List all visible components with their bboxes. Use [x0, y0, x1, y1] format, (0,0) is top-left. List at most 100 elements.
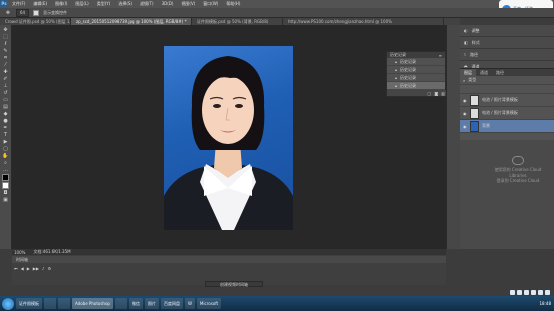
settings-icon[interactable]: ⚙ — [47, 266, 51, 272]
path-select-icon[interactable]: ▶ — [2, 139, 10, 145]
hand-icon[interactable]: ✋ — [2, 153, 10, 159]
visibility-eye-icon[interactable]: ◉ — [463, 111, 467, 116]
layer-name: 背景 — [482, 123, 490, 128]
eyedropper-icon[interactable]: ⁄ — [2, 62, 10, 68]
tray-icon[interactable] — [510, 290, 515, 295]
gradient-icon[interactable]: ▤ — [2, 104, 10, 110]
new-document-icon[interactable]: ▢ — [428, 91, 432, 96]
play-icon[interactable]: ▶ — [27, 266, 30, 272]
menu-3d[interactable]: 3D(D) — [158, 0, 178, 8]
taskbar-item-icon[interactable] — [114, 298, 127, 309]
tray-icon[interactable] — [531, 290, 536, 295]
tray-icon[interactable] — [545, 290, 550, 295]
brush-icon[interactable]: ✐ — [2, 76, 10, 82]
transform-checkbox[interactable] — [33, 9, 40, 16]
prev-frame-icon[interactable]: ◀ — [21, 266, 24, 272]
menu-help[interactable]: 帮助(H) — [222, 0, 244, 8]
history-item[interactable]: ▴ 历史记录 — [387, 66, 445, 74]
doc-tab-1[interactable]: Crowd 证件照.psd @ 50% (图层 1, RGB/8) — [0, 18, 71, 25]
doc-tab-3[interactable]: 证件照模板.psd @ 50% (背景, RGB/8) — [192, 18, 283, 25]
menu-filter[interactable]: 滤镜(T) — [136, 0, 158, 8]
taskbar-item-photos[interactable]: 照片 — [144, 298, 159, 309]
stamp-icon[interactable]: ⊥ — [2, 83, 10, 89]
doc-tab-active[interactable]: zp_scd_20150512098739.jpg @ 100% (图层, RG… — [71, 18, 192, 25]
panel-row-styles[interactable]: ◧ 样式 — [460, 37, 554, 49]
visibility-eye-icon[interactable]: ◉ — [463, 98, 467, 103]
move-icon[interactable]: ✥ — [2, 27, 10, 33]
audio-icon[interactable]: ♪ — [42, 266, 45, 272]
taskbar-item[interactable]: 证件照模板 — [16, 298, 42, 309]
layer-row-selected[interactable]: ◉ 背景 — [460, 120, 554, 133]
first-frame-icon[interactable]: ⏮ — [14, 266, 18, 272]
quick-select-icon[interactable]: ✎ — [2, 48, 10, 54]
taskbar-item-word[interactable]: W — [184, 298, 195, 309]
tray-icon[interactable] — [524, 290, 529, 295]
zoom-icon[interactable]: ⌕ — [2, 160, 10, 166]
document-size: 文档:461.6K/1.35M — [33, 249, 71, 254]
menu-window[interactable]: 窗口(W) — [199, 0, 222, 8]
tab-paths[interactable]: 路径 — [492, 69, 508, 76]
cc-login-link[interactable]: 登录到 Creative Cloud — [488, 178, 548, 184]
marquee-icon[interactable]: ⬚ — [2, 34, 10, 40]
background-color-swatch[interactable] — [2, 182, 9, 189]
clock[interactable]: 18:48 — [539, 301, 551, 306]
lasso-icon[interactable]: ℓ — [2, 41, 10, 47]
taskbar-item-wechat[interactable]: 微信 — [128, 298, 143, 309]
zoom-level[interactable]: 100% — [14, 250, 25, 255]
dodge-icon[interactable]: ● — [2, 118, 10, 124]
menu-type[interactable]: 类型(Y) — [93, 0, 115, 8]
layer-row[interactable]: ◉ 电池 / 照片背景模板 — [460, 94, 554, 107]
doc-tab-4[interactable]: http://www.PS100.com/zhengjianzhao.html … — [283, 18, 444, 25]
tab-channels[interactable]: 通道 — [476, 69, 492, 76]
layer-filter-row[interactable]: ⌕ 类型 — [460, 76, 554, 85]
edit-toolbar-icon[interactable]: … — [2, 167, 10, 173]
pen-icon[interactable]: ✒ — [2, 125, 10, 131]
healing-icon[interactable]: ✚ — [2, 69, 10, 75]
taskbar-item-icon[interactable] — [44, 298, 56, 309]
menu-select[interactable]: 选择(S) — [114, 0, 136, 8]
panel-menu-icon[interactable]: ≡ — [439, 53, 442, 58]
history-item-selected[interactable]: ▴ 历史记录 — [387, 82, 445, 90]
move-tool-icon[interactable]: ✥ — [4, 10, 12, 16]
panel-row-adjust[interactable]: ◐ 调整 — [460, 25, 554, 37]
layers-tab-bar: 图层 通道 路径 — [460, 69, 554, 76]
menu-image[interactable]: 图像(I) — [51, 0, 71, 8]
history-step-icon: ▴ — [395, 59, 398, 64]
trash-icon[interactable]: ▥ — [441, 91, 445, 96]
menu-file[interactable]: 文件(F) — [8, 0, 29, 8]
tray-icon[interactable] — [517, 290, 522, 295]
camera-snapshot-icon[interactable]: ◙ — [434, 91, 438, 96]
menu-edit[interactable]: 编辑(E) — [29, 0, 51, 8]
screen-mode-icon[interactable]: ▣ — [2, 197, 10, 203]
search-icon: ⌕ — [463, 77, 466, 83]
history-item[interactable]: ▴ 历史记录 — [387, 74, 445, 82]
layer-thumbnail — [470, 94, 479, 106]
tray-icon[interactable] — [538, 290, 543, 295]
type-icon[interactable]: T — [2, 132, 10, 138]
size-field[interactable]: 64 — [16, 8, 30, 17]
taskbar-item-microsoft[interactable]: Microsoft — [196, 298, 222, 309]
taskbar-item-netdisk[interactable]: 百度网盘 — [160, 298, 183, 309]
layer-row[interactable]: ◉ 电池 / 照片背景模板 — [460, 107, 554, 120]
taskbar-item-photoshop[interactable]: Adobe Photoshop — [72, 298, 113, 309]
visibility-eye-icon[interactable]: ◉ — [463, 124, 467, 129]
menu-layer[interactable]: 图层(L) — [71, 0, 92, 8]
panel-row-paths[interactable]: ⌇ 路径 — [460, 49, 554, 61]
create-video-timeline-button[interactable]: 创建视频时间轴 — [205, 281, 263, 287]
tab-layers[interactable]: 图层 — [460, 69, 476, 76]
eraser-icon[interactable]: ▭ — [2, 97, 10, 103]
foreground-color-swatch[interactable] — [2, 174, 9, 181]
start-button[interactable] — [2, 297, 14, 310]
cc-hint-line1: 使用您的 Creative Cloud Libraries — [494, 167, 542, 178]
blend-row[interactable] — [460, 85, 554, 94]
history-item[interactable]: ▴ 历史记录 — [387, 58, 445, 66]
history-brush-icon[interactable]: ↺ — [2, 90, 10, 96]
quick-mask-icon[interactable]: ◘ — [2, 190, 10, 196]
next-frame-icon[interactable]: ▶▶ — [33, 266, 39, 272]
blur-icon[interactable]: ◆ — [2, 111, 10, 117]
taskbar-item-icon[interactable] — [58, 298, 70, 309]
crop-icon[interactable]: ⌗ — [2, 55, 10, 61]
id-photo-image — [164, 46, 293, 230]
shape-icon[interactable]: ▢ — [2, 146, 10, 152]
menu-view[interactable]: 视图(V) — [177, 0, 199, 8]
